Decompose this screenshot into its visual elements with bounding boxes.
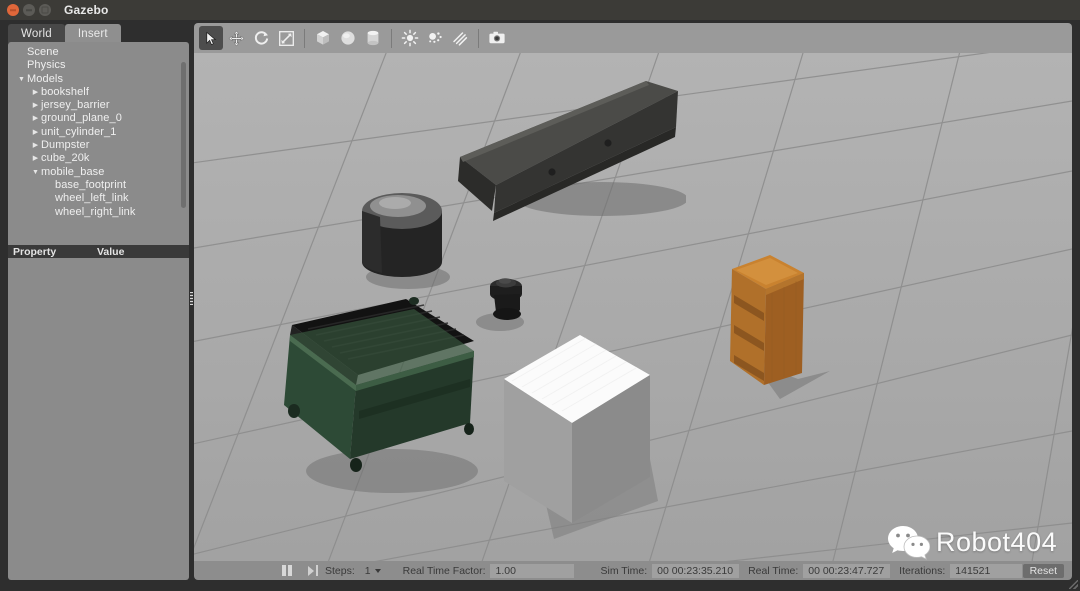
maximize-button[interactable] <box>39 4 51 16</box>
real-time-label: Real Time: <box>748 564 799 577</box>
property-column-header: Property <box>13 245 57 258</box>
tree-item-bookshelf[interactable]: ▶ bookshelf <box>8 86 189 99</box>
tree-item-label: Models <box>27 72 64 85</box>
chevron-down-icon[interactable] <box>374 568 381 573</box>
tree-item-base-footprint[interactable]: ▶base_footprint <box>8 179 189 192</box>
minimize-button[interactable] <box>23 4 35 16</box>
real-time-value: 00 00:23:47.727 <box>803 563 891 578</box>
scene-object-jersey-barrier[interactable] <box>456 75 686 225</box>
chevron-right-icon[interactable]: ▶ <box>30 126 41 139</box>
tree-indent-spacer: ▶ <box>16 46 27 59</box>
steps-value-text: 1 <box>364 564 371 577</box>
chevron-down-icon[interactable]: ▼ <box>16 73 27 86</box>
toolbar-separator <box>478 28 479 48</box>
right-area: Steps: 1 Real Time Factor: 1.00 Sim Time… <box>194 23 1072 580</box>
close-button[interactable] <box>7 4 19 16</box>
point-light-icon[interactable] <box>398 26 422 50</box>
reset-button[interactable]: Reset <box>1022 564 1064 578</box>
chevron-right-icon[interactable]: ▶ <box>30 112 41 125</box>
tree-item-mobile-base[interactable]: ▼ mobile_base <box>8 166 189 179</box>
left-panel: World Insert ▶Scene▶Physics▼Models▶books… <box>8 23 189 580</box>
title-bar: Gazebo <box>0 0 1080 20</box>
chevron-right-icon[interactable]: ▶ <box>30 139 41 152</box>
tree-item-dumpster[interactable]: ▶ Dumpster <box>8 139 189 152</box>
directional-light-icon[interactable] <box>448 26 472 50</box>
tree-item-wheel-right-link[interactable]: ▶wheel_right_link <box>8 206 189 219</box>
world-tree[interactable]: ▶Scene▶Physics▼Models▶bookshelf▶jersey_b… <box>8 46 189 219</box>
steps-label: Steps: <box>325 564 355 577</box>
tree-item-ground-plane-0[interactable]: ▶ ground_plane_0 <box>8 112 189 125</box>
window-body: World Insert ▶Scene▶Physics▼Models▶books… <box>0 20 1080 591</box>
insert-sphere-icon[interactable] <box>336 26 360 50</box>
tree-item-unit-cylinder-1[interactable]: ▶ unit_cylinder_1 <box>8 126 189 139</box>
tree-item-label: Dumpster <box>41 139 90 152</box>
tree-item-scene[interactable]: ▶Scene <box>8 46 189 59</box>
tree-item-cube-20k[interactable]: ▶ cube_20k <box>8 152 189 165</box>
insert-cylinder-icon[interactable] <box>361 26 385 50</box>
property-table-header: Property Value <box>8 245 189 258</box>
tab-insert[interactable]: Insert <box>64 24 121 43</box>
chevron-right-icon[interactable]: ▶ <box>30 86 41 99</box>
select-arrow-icon[interactable] <box>199 26 223 50</box>
tree-indent-spacer: ▶ <box>16 59 27 72</box>
world-tree-panel[interactable]: ▶Scene▶Physics▼Models▶bookshelf▶jersey_b… <box>8 42 189 245</box>
tree-item-label: mobile_base <box>41 165 105 178</box>
scene-object-cube-20k[interactable] <box>492 315 672 545</box>
tree-item-label: wheel_right_link <box>55 205 136 218</box>
sim-time-label: Sim Time: <box>600 564 648 577</box>
property-table-body[interactable] <box>8 258 189 580</box>
rotate-icon[interactable] <box>249 26 273 50</box>
tree-item-wheel-left-link[interactable]: ▶wheel_left_link <box>8 192 189 205</box>
tree-item-label: bookshelf <box>41 85 89 98</box>
tree-item-label: Physics <box>27 59 66 72</box>
sim-time-value: 00 00:23:35.210 <box>652 563 740 578</box>
spot-light-icon[interactable] <box>423 26 447 50</box>
window-controls <box>7 4 51 16</box>
scene-object-dumpster[interactable] <box>264 283 494 498</box>
tree-item-label: Scene <box>27 46 59 58</box>
steps-value[interactable]: 1 <box>360 564 387 578</box>
tree-indent-spacer: ▶ <box>44 206 55 219</box>
real-time-factor-label: Real Time Factor: <box>402 564 486 577</box>
scene-object-bookshelf[interactable] <box>714 243 844 413</box>
translate-move-icon[interactable] <box>224 26 248 50</box>
gazebo-window: Gazebo World Insert ▶Scene▶Physics▼Model… <box>0 0 1080 591</box>
simulation-statusbar: Steps: 1 Real Time Factor: 1.00 Sim Time… <box>194 561 1072 580</box>
value-column-header: Value <box>97 245 125 258</box>
toolbar-separator <box>304 28 305 48</box>
toolbar-separator <box>391 28 392 48</box>
tree-item-label: unit_cylinder_1 <box>41 125 117 138</box>
tab-world[interactable]: World <box>8 24 65 43</box>
scene-object-unit-cylinder[interactable] <box>346 165 456 295</box>
chevron-right-icon[interactable]: ▶ <box>30 99 41 112</box>
tree-item-label: jersey_barrier <box>41 99 110 112</box>
splitter-grip-icon[interactable] <box>190 292 193 305</box>
pause-button[interactable] <box>282 565 292 576</box>
tree-item-models[interactable]: ▼ Models <box>8 73 189 86</box>
tree-item-jersey-barrier[interactable]: ▶ jersey_barrier <box>8 99 189 112</box>
iterations-label: Iterations: <box>899 564 946 577</box>
tree-item-label: ground_plane_0 <box>41 112 122 125</box>
tree-item-label: base_footprint <box>55 178 127 191</box>
chevron-right-icon[interactable]: ▶ <box>30 152 41 165</box>
window-resize-grip-icon[interactable] <box>1069 580 1078 589</box>
window-title: Gazebo <box>64 3 109 17</box>
insert-box-icon[interactable] <box>311 26 335 50</box>
tree-indent-spacer: ▶ <box>44 192 55 205</box>
tree-item-label: wheel_left_link <box>55 192 129 205</box>
tree-scrollbar[interactable] <box>181 62 186 208</box>
screenshot-camera-icon[interactable] <box>485 26 509 50</box>
tree-item-physics[interactable]: ▶Physics <box>8 59 189 72</box>
3d-viewport[interactable] <box>194 53 1072 561</box>
iterations-value: 141521 <box>950 563 1023 578</box>
real-time-factor-value: 1.00 <box>490 563 575 578</box>
step-button[interactable] <box>307 565 318 576</box>
scene-toolbar <box>194 23 1072 53</box>
scale-icon[interactable] <box>274 26 298 50</box>
tree-indent-spacer: ▶ <box>44 179 55 192</box>
panel-tabs: World Insert <box>8 23 121 43</box>
tree-item-label: cube_20k <box>41 152 90 165</box>
chevron-down-icon[interactable]: ▼ <box>30 166 41 179</box>
